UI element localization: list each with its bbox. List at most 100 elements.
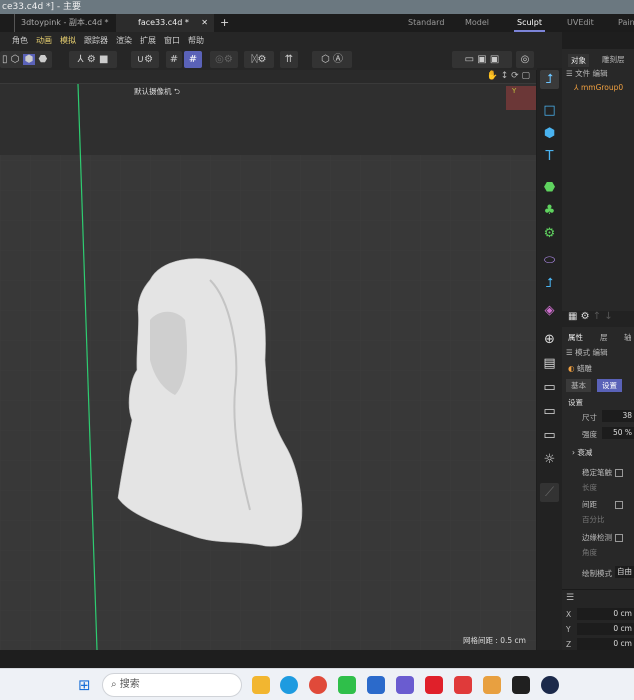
- falloff-section[interactable]: › 衰减: [572, 447, 592, 458]
- falloff-label: 衰减: [577, 448, 593, 457]
- edge-detect-checkbox[interactable]: [615, 534, 623, 542]
- symmetry-icon[interactable]: ᛞ⚙: [244, 51, 274, 68]
- size-input[interactable]: 38: [602, 410, 634, 422]
- arrows-up-icon[interactable]: ⇈: [280, 51, 298, 68]
- coordinate-tool-icon[interactable]: ⮥: [540, 70, 559, 89]
- target-icon[interactable]: ◎⚙: [210, 51, 238, 68]
- file-explorer-icon[interactable]: [252, 676, 270, 694]
- tab-sculpt-layers[interactable]: 雕刻层: [602, 54, 625, 65]
- status-bar: [0, 650, 634, 668]
- toolbar: ▯ ⬡ ⬢ ⬣ ⅄ ⚙ ■ ∪⚙ # # ◎⚙ ᛞ⚙ ⇈ ⬡ Ⓐ ▭ ▣ ▣ ◎: [0, 49, 562, 70]
- subtab-basic[interactable]: 基本: [566, 379, 591, 392]
- camera3-icon[interactable]: ▭: [540, 426, 559, 445]
- windows-start-icon[interactable]: ⊞: [78, 677, 94, 693]
- chrome-icon[interactable]: [309, 676, 327, 694]
- z-input[interactable]: 0 cm: [577, 638, 634, 650]
- viewport-nav-icons[interactable]: ✋ ↕ ⟳ ▢: [487, 71, 530, 81]
- wps-icon[interactable]: [454, 676, 472, 694]
- display-mode-group[interactable]: ▯ ⬡ ⬢ ⬣: [0, 51, 52, 68]
- menu-mode[interactable]: 模式: [575, 348, 590, 357]
- text-icon[interactable]: T: [540, 147, 559, 166]
- menu-render[interactable]: 渲染: [116, 36, 132, 45]
- attributes-menu: ☰ 模式 编辑: [566, 348, 608, 357]
- tab-axis[interactable]: 轴: [624, 332, 632, 343]
- cube-icon[interactable]: ⬢: [540, 124, 559, 143]
- tab-objects[interactable]: 对象: [568, 54, 589, 67]
- tab-3dtoypink[interactable]: 3dtoypink - 副本.c4d *: [14, 14, 130, 32]
- y-input[interactable]: 0 cm: [577, 623, 634, 635]
- cinema4d-icon[interactable]: [541, 676, 559, 694]
- edge-icon[interactable]: [280, 676, 298, 694]
- cube-icon[interactable]: ⬢: [22, 54, 36, 65]
- stabilize-checkbox[interactable]: [615, 469, 623, 477]
- clapper-icon[interactable]: ▤: [540, 354, 559, 373]
- menu-extensions[interactable]: 扩展: [140, 36, 156, 45]
- material-icon[interactable]: ◎: [516, 51, 534, 68]
- object-item[interactable]: ⅄ mmGroup0: [574, 83, 623, 92]
- tab-attributes[interactable]: 属性: [568, 332, 583, 343]
- subtab-settings[interactable]: 设置: [597, 379, 622, 392]
- menu-edit[interactable]: 编辑: [593, 69, 608, 78]
- menu-window[interactable]: 窗口: [164, 36, 180, 45]
- menu-icon[interactable]: ☰: [566, 593, 574, 603]
- sculpt-tool-column: ⮥ □ ⬢ T ⬣ ♣ ⚙ ⬭ ⮥ ◈ ⊕ ▤ ▭ ▭ ▭ ☼ ⟋: [537, 68, 562, 650]
- panel-toolbar[interactable]: ▦ ⚙ ↑ ↓: [562, 311, 634, 327]
- tab-face33[interactable]: face33.c4d * ✕: [116, 14, 214, 32]
- x-input[interactable]: 0 cm: [577, 608, 634, 620]
- grid-snap-icon[interactable]: #: [184, 51, 202, 68]
- wax-brush-icon: ◐: [568, 364, 575, 373]
- document-tabs: 3dtoypink - 副本.c4d * face33.c4d * ✕ + Sta…: [0, 14, 634, 32]
- tab-layer[interactable]: 层: [600, 332, 608, 343]
- word-icon[interactable]: [367, 676, 385, 694]
- layout-paint[interactable]: Pain: [618, 14, 634, 32]
- stabilize-label: 稳定笔触: [582, 468, 612, 477]
- new-tab-button[interactable]: +: [220, 14, 229, 32]
- hex-icons[interactable]: ⬡ Ⓐ: [312, 51, 352, 68]
- right-panel: 对象 雕刻层 ☰ 文件 编辑 ⅄ mmGroup0 ▦ ⚙ ↑ ↓ 属性 层 轴…: [562, 49, 634, 650]
- youdao-icon[interactable]: [425, 676, 443, 694]
- strength-input[interactable]: 50 %: [602, 427, 634, 439]
- camera2-icon[interactable]: ▭: [540, 402, 559, 421]
- menu-animation[interactable]: 动画: [36, 36, 52, 45]
- field-icon[interactable]: ◈: [540, 301, 559, 320]
- window-title: ce33.c4d *] - 主要: [0, 0, 634, 14]
- app-icon[interactable]: [483, 676, 501, 694]
- subdivision-icon[interactable]: ⬣: [540, 178, 559, 197]
- menu-file[interactable]: 文件: [575, 69, 590, 78]
- layout-model[interactable]: Model: [465, 14, 489, 32]
- close-icon[interactable]: ✕: [201, 14, 208, 32]
- teams-icon[interactable]: [396, 676, 414, 694]
- y-label: Y: [566, 625, 571, 634]
- gear-icon[interactable]: ⚙: [540, 224, 559, 243]
- section-settings: 设置: [568, 398, 583, 407]
- menu-character[interactable]: 角色: [12, 36, 28, 45]
- app2-icon[interactable]: [512, 676, 530, 694]
- light-icon[interactable]: ☼: [540, 450, 559, 469]
- menu-help[interactable]: 帮助: [188, 36, 204, 45]
- x-label: X: [566, 610, 572, 619]
- menu-simulate[interactable]: 模拟: [60, 36, 76, 45]
- axis-tools[interactable]: ⅄ ⚙ ■: [69, 51, 117, 68]
- layout-uvedit[interactable]: UVEdit: [567, 14, 594, 32]
- spacing-checkbox[interactable]: [615, 501, 623, 509]
- square-icon[interactable]: □: [540, 101, 559, 120]
- draw-mode-select[interactable]: 自由: [615, 566, 634, 578]
- camera-label[interactable]: 默认摄像机 ⮌: [134, 86, 180, 99]
- globe-icon[interactable]: ⊕: [540, 330, 559, 349]
- render-icons[interactable]: ▭ ▣ ▣: [452, 51, 512, 68]
- search-box[interactable]: ⌕ 搜索: [102, 673, 242, 697]
- wechat-icon[interactable]: [338, 676, 356, 694]
- transform-icon[interactable]: ⮥: [540, 274, 559, 293]
- grid-icon[interactable]: #: [166, 51, 182, 68]
- deformer-icon[interactable]: ⬭: [540, 251, 559, 270]
- layout-standard[interactable]: Standard: [408, 14, 444, 32]
- magnet-icon[interactable]: ∪⚙: [131, 51, 159, 68]
- menu-edit[interactable]: 编辑: [593, 348, 608, 357]
- camera-name: 默认摄像机: [134, 87, 172, 96]
- 3d-viewport[interactable]: ✋ ↕ ⟳ ▢ 默认摄像机 ⮌ Y 网格间距 : 0.5 cm: [0, 70, 536, 650]
- menu-tracker[interactable]: 跟踪器: [84, 36, 108, 45]
- brush-icon[interactable]: ⟋: [540, 483, 559, 502]
- camera-icon[interactable]: ▭: [540, 378, 559, 397]
- layout-sculpt[interactable]: Sculpt: [514, 14, 545, 32]
- cloner-icon[interactable]: ♣: [540, 201, 559, 220]
